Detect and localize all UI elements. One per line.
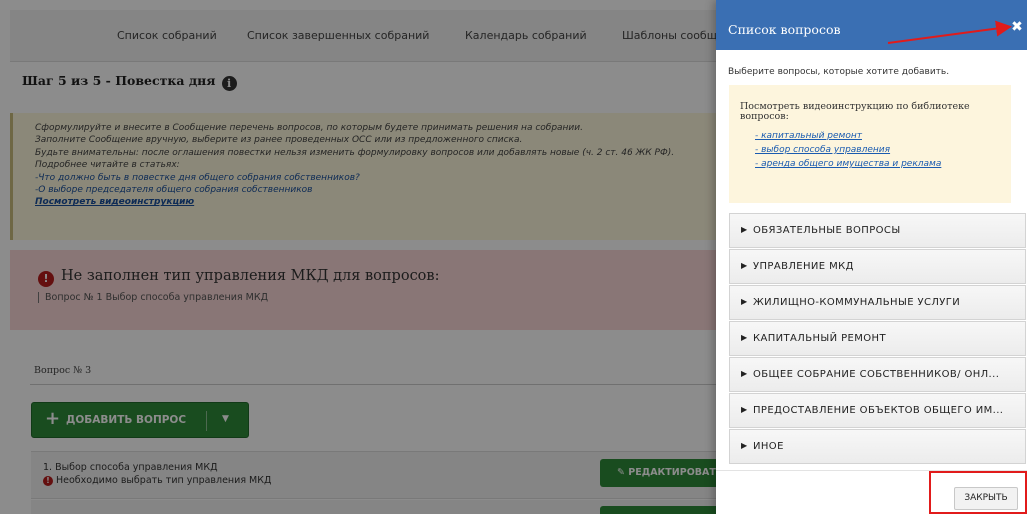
triangle-right-icon: ▶ (741, 405, 748, 414)
video-link-capital-repair[interactable]: - капитальный ремонт (755, 129, 1011, 143)
triangle-right-icon: ▶ (741, 261, 748, 270)
questions-list-panel: Список вопросов ✖ Выберите вопросы, кото… (716, 0, 1027, 514)
category-other[interactable]: ▶ ИНОЕ (729, 429, 1026, 464)
add-question-button[interactable]: + ДОБАВИТЬ ВОПРОС ▼ (31, 402, 249, 438)
category-management[interactable]: ▶ УПРАВЛЕНИЕ МКД (729, 249, 1026, 284)
category-label: УПРАВЛЕНИЕ МКД (753, 261, 854, 272)
info-icon[interactable]: i (221, 76, 237, 91)
edit-button[interactable]: ✎ РЕДАКТИРОВАТЬ (600, 459, 720, 487)
category-label: ЖИЛИЩНО-КОММУНАЛЬНЫЕ УСЛУГИ (753, 297, 961, 308)
add-question-label: ДОБАВИТЬ ВОПРОС (66, 414, 187, 426)
panel-subtitle: Выберите вопросы, которые хотите добавит… (728, 67, 950, 77)
category-label: ИНОЕ (753, 441, 784, 452)
category-label: КАПИТАЛЬНЫЙ РЕМОНТ (753, 333, 886, 344)
video-link-management-method[interactable]: - выбор способа управления (755, 143, 1011, 157)
question-warning-text: Необходимо выбрать тип управления МКД (56, 475, 272, 486)
page-title: Шаг 5 из 5 - Повестка дня i (22, 73, 237, 91)
triangle-right-icon: ▶ (741, 369, 748, 378)
triangle-right-icon: ▶ (741, 333, 748, 342)
footer-divider (716, 470, 1027, 471)
pencil-icon: ✎ (617, 467, 625, 478)
close-button[interactable]: ЗАКРЫТЬ (954, 487, 1018, 510)
video-library-info: Посмотреть видеоинструкцию по библиотеке… (729, 85, 1011, 203)
question-number-label: Вопрос № 3 (34, 365, 92, 376)
triangle-right-icon: ▶ (741, 225, 748, 234)
video-link-rent-advertising[interactable]: - аренда общего имущества и реклама (755, 157, 1011, 171)
category-label: ПРЕДОСТАВЛЕНИЕ ОБЪЕКТОВ ОБЩЕГО ИМ... (753, 405, 1004, 416)
triangle-right-icon: ▶ (741, 297, 748, 306)
question-categories: ▶ ОБЯЗАТЕЛЬНЫЕ ВОПРОСЫ ▶ УПРАВЛЕНИЕ МКД ▶ Ж… (729, 213, 1026, 465)
close-icon[interactable]: ✖ (1009, 19, 1025, 35)
divider (30, 384, 730, 385)
category-label: ОБЩЕЕ СОБРАНИЕ СОБСТВЕННИКОВ/ ОНЛ... (753, 369, 1000, 380)
category-mandatory[interactable]: ▶ ОБЯЗАТЕЛЬНЫЕ ВОПРОСЫ (729, 213, 1026, 248)
error-title-text: Не заполнен тип управления МКД для вопро… (61, 268, 440, 284)
nav-item-calendar[interactable]: Календарь собраний (465, 29, 587, 42)
panel-title: Список вопросов (728, 22, 841, 37)
nav-item-templates[interactable]: Шаблоны сообщ (622, 29, 717, 42)
edit-button-2[interactable] (600, 506, 720, 514)
caret-down-icon[interactable]: ▼ (222, 414, 229, 424)
category-capital-repair[interactable]: ▶ КАПИТАЛЬНЫЙ РЕМОНТ (729, 321, 1026, 356)
nav-item-completed-meetings[interactable]: Список завершенных собраний (247, 29, 429, 42)
category-label: ОБЯЗАТЕЛЬНЫЕ ВОПРОСЫ (753, 225, 901, 236)
nav-item-meetings[interactable]: Список собраний (117, 29, 217, 42)
category-common-property[interactable]: ▶ ПРЕДОСТАВЛЕНИЕ ОБЪЕКТОВ ОБЩЕГО ИМ... (729, 393, 1026, 428)
category-general-meeting[interactable]: ▶ ОБЩЕЕ СОБРАНИЕ СОБСТВЕННИКОВ/ ОНЛ... (729, 357, 1026, 392)
error-icon: ! (38, 271, 54, 287)
video-links: - капитальный ремонт - выбор способа упр… (740, 129, 1011, 171)
info-text: вопросов: (740, 111, 789, 122)
warning-icon: ! (43, 476, 53, 486)
button-separator (206, 411, 207, 431)
edit-button-label: РЕДАКТИРОВАТЬ (628, 467, 720, 478)
triangle-right-icon: ▶ (741, 441, 748, 450)
step-title-text: Шаг 5 из 5 - Повестка дня (22, 73, 216, 88)
category-utilities[interactable]: ▶ ЖИЛИЩНО-КОММУНАЛЬНЫЕ УСЛУГИ (729, 285, 1026, 320)
plus-icon: + (45, 408, 61, 429)
panel-header: Список вопросов ✖ (716, 0, 1027, 50)
